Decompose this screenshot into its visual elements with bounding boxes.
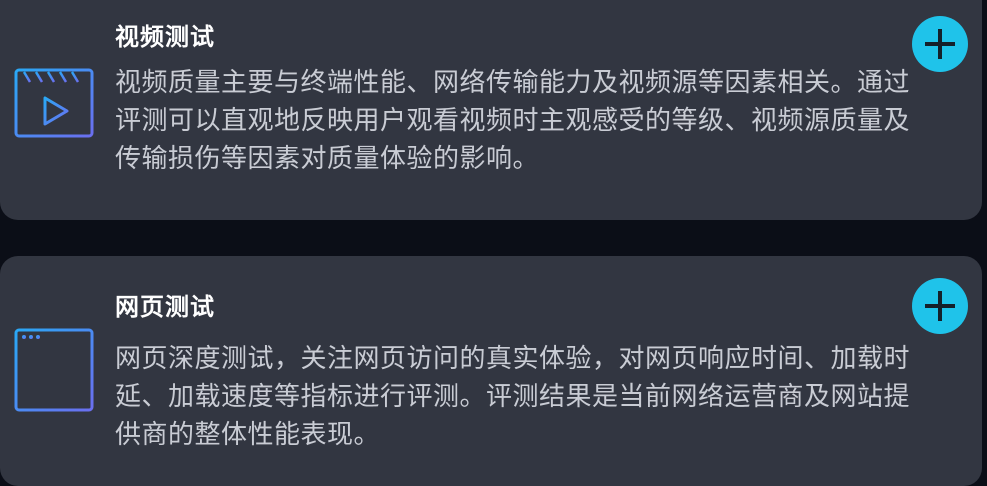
- plus-icon: [925, 291, 955, 321]
- card-description: 视频质量主要与终端性能、网络传输能力及视频源等因素相关。通过评测可以直观地反映用…: [115, 68, 911, 174]
- card-description: 网页深度测试，关注网页访问的真实体验，对网页响应时间、加载时延、加载速度等指标进…: [115, 344, 911, 450]
- add-web-test-button[interactable]: [912, 278, 968, 334]
- video-test-card[interactable]: 视频测试 视频质量主要与终端性能、网络传输能力及视频源等因素相关。通过评测可以直…: [0, 0, 982, 220]
- web-test-card[interactable]: 网页测试 网页深度测试，关注网页访问的真实体验，对网页响应时间、加载时延、加载速…: [0, 256, 982, 486]
- card-title: 视频测试: [115, 23, 215, 51]
- video-clapper-icon: [14, 68, 96, 144]
- card-title: 网页测试: [115, 293, 215, 321]
- browser-window-icon: [14, 328, 96, 418]
